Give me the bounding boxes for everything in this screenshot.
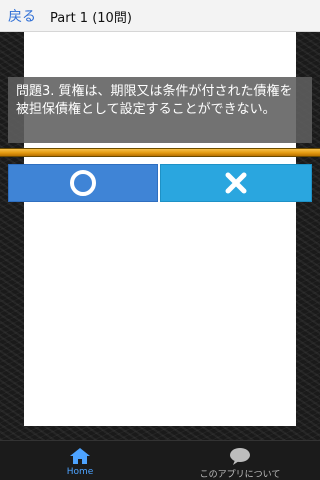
page-title: Part 1 (10問) (50, 11, 132, 26)
cross-icon (225, 172, 247, 194)
home-icon (70, 448, 90, 464)
answer-true-button[interactable] (8, 164, 158, 202)
progress-bar (0, 148, 320, 157)
header-bar: 戻る Part 1 (10問) (0, 0, 320, 32)
nav-home[interactable]: Home (0, 441, 160, 480)
progress-fill (0, 149, 320, 156)
question-label: 問題3. 質権は、期限又は条件が付された債権を被担保債権として設定することができ… (16, 84, 293, 117)
bottom-navigation: Home このアプリについて (0, 440, 320, 480)
speech-bubble-icon (230, 448, 250, 465)
nav-about-label: このアプリについて (199, 470, 281, 480)
nav-home-label: Home (66, 467, 94, 477)
nav-about[interactable]: このアプリについて (160, 441, 320, 480)
question-text: 問題3. 質権は、期限又は条件が付された債権を被担保債権として設定することができ… (8, 77, 312, 143)
back-button[interactable]: 戻る (8, 6, 36, 26)
circle-icon (70, 170, 96, 196)
answer-false-button[interactable] (160, 164, 312, 202)
